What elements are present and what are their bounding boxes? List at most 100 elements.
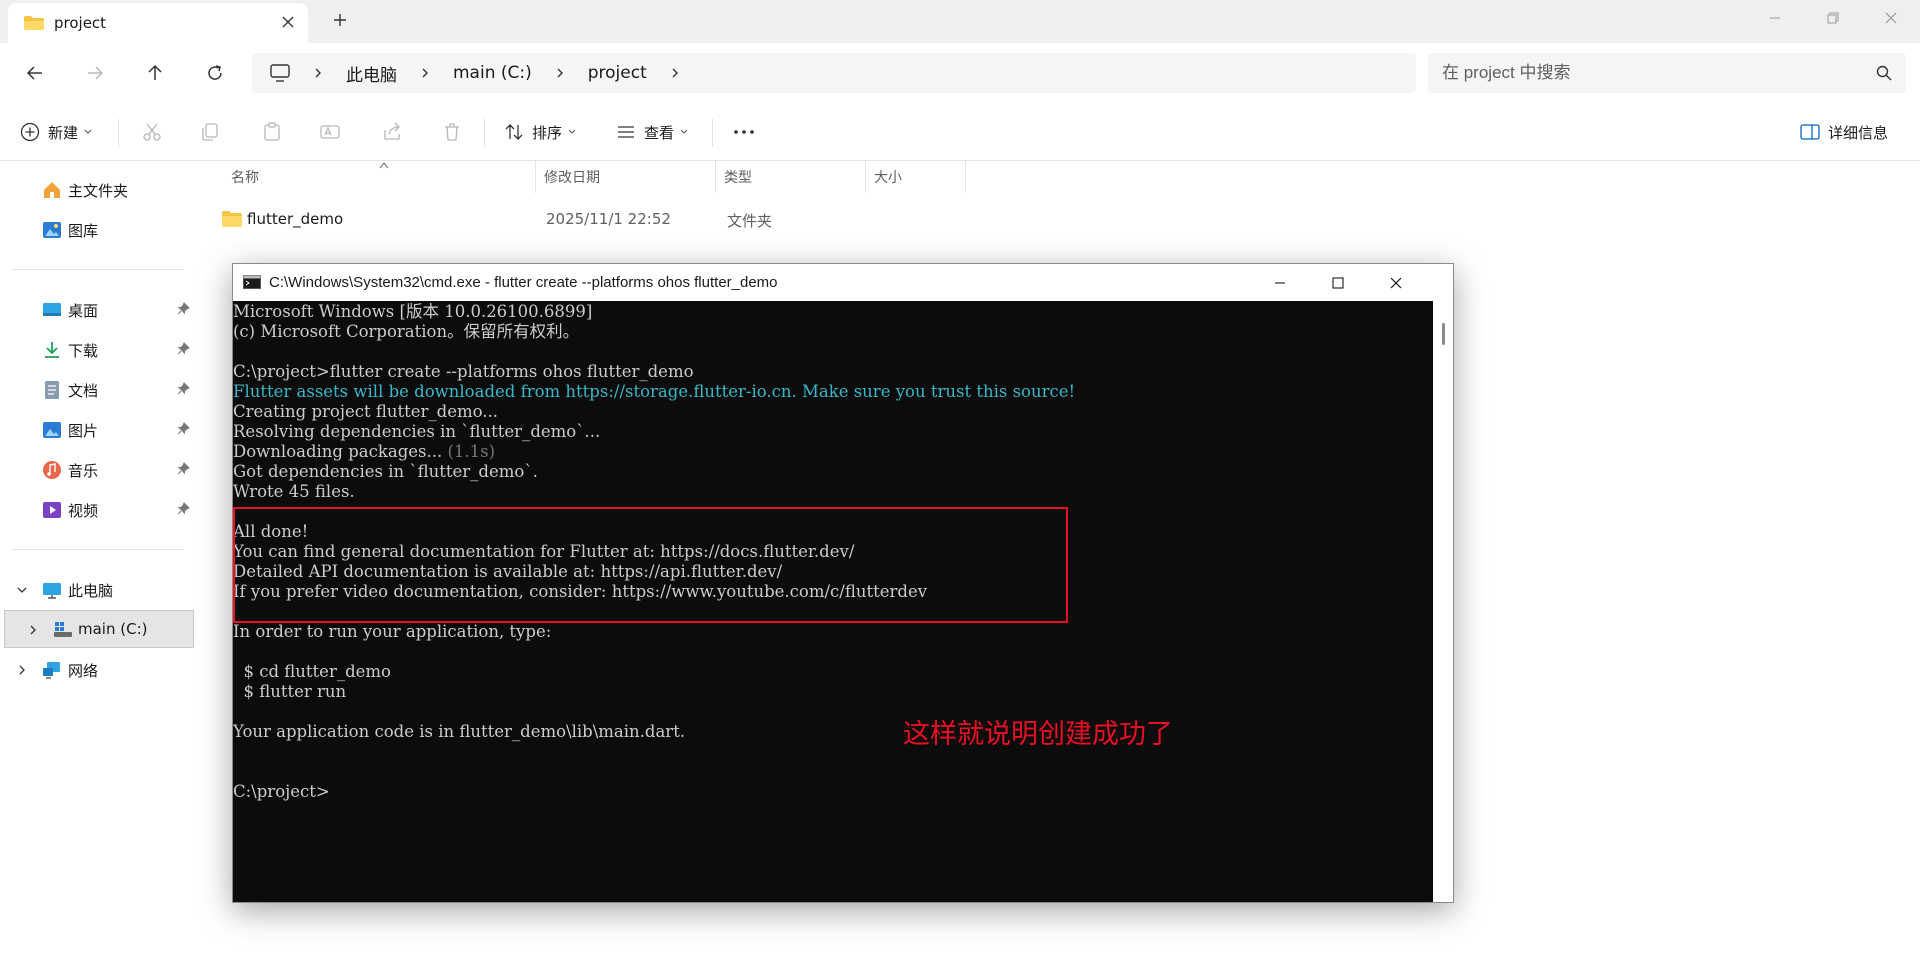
- nav-item-downloads[interactable]: 下载: [0, 331, 196, 367]
- chevron-right-icon[interactable]: [27, 624, 39, 636]
- chevron-right-icon[interactable]: [312, 67, 324, 79]
- view-button[interactable]: 查看: [616, 117, 688, 147]
- refresh-button[interactable]: [200, 58, 230, 88]
- tab-title: project: [54, 14, 107, 32]
- up-button[interactable]: [140, 58, 170, 88]
- chevron-right-icon[interactable]: [554, 67, 566, 79]
- table-row[interactable]: flutter_demo 2025/11/1 22:52 文件夹: [216, 205, 1216, 237]
- cmd-maximize-button[interactable]: [1309, 264, 1367, 301]
- pin-icon[interactable]: [177, 462, 190, 475]
- back-button[interactable]: [20, 58, 50, 88]
- console-scrollbar[interactable]: [1433, 301, 1453, 902]
- cmd-title-bar[interactable]: C:\Windows\System32\cmd.exe - flutter cr…: [233, 264, 1453, 301]
- close-tab-icon[interactable]: [278, 12, 298, 32]
- details-pane-button[interactable]: 详细信息: [1800, 117, 1888, 147]
- console-line-text: Downloading packages...: [233, 442, 443, 461]
- cut-button[interactable]: [142, 117, 162, 147]
- nav-item-pictures[interactable]: 图片: [0, 411, 196, 447]
- sort-label: 排序: [532, 123, 563, 142]
- chevron-right-icon[interactable]: [419, 67, 431, 79]
- address-row: 此电脑 main (C:) project: [0, 43, 1920, 103]
- restore-button[interactable]: [1804, 0, 1862, 36]
- toolbar-divider: [484, 119, 485, 147]
- trash-icon: [445, 123, 459, 141]
- nav-label: main (C:): [78, 620, 148, 638]
- pin-icon[interactable]: [177, 502, 190, 515]
- console-line: Your application code is in flutter_demo…: [233, 722, 1433, 742]
- paste-button[interactable]: [262, 117, 282, 147]
- nav-item-this-pc[interactable]: 此电脑: [0, 571, 196, 607]
- nav-item-drive-c[interactable]: main (C:): [4, 610, 194, 648]
- scrollbar-thumb[interactable]: [1442, 323, 1445, 345]
- console-line-timing: (1.1s): [442, 442, 496, 461]
- arrow-right-icon: [88, 66, 104, 80]
- sort-button[interactable]: 排序: [504, 117, 576, 147]
- nav-item-desktop[interactable]: 桌面: [0, 291, 196, 327]
- console-line: $ flutter run: [233, 682, 1433, 702]
- minimize-button[interactable]: [1746, 0, 1804, 36]
- chevron-down-icon: [84, 129, 92, 134]
- delete-button[interactable]: [442, 117, 462, 147]
- cmd-close-button[interactable]: [1367, 264, 1425, 301]
- nav-item-documents[interactable]: 文档: [0, 371, 196, 407]
- maximize-icon: [1332, 276, 1344, 289]
- breadcrumb-project[interactable]: project: [588, 63, 647, 83]
- pin-icon[interactable]: [177, 342, 190, 355]
- column-header-date[interactable]: 修改日期: [536, 161, 716, 193]
- copy-button[interactable]: [200, 117, 220, 147]
- rename-button[interactable]: [320, 117, 340, 147]
- nav-item-videos[interactable]: 视频: [0, 491, 196, 527]
- column-label: 类型: [724, 170, 752, 186]
- column-header-type[interactable]: 类型: [716, 161, 866, 193]
- breadcrumb-drive-c[interactable]: main (C:): [453, 63, 532, 83]
- title-bar: project: [0, 0, 1920, 43]
- console-line: Flutter assets will be downloaded from h…: [233, 382, 1433, 402]
- tab-project[interactable]: project: [8, 3, 308, 43]
- new-label: 新建: [48, 123, 79, 142]
- nav-item-music[interactable]: 音乐: [0, 451, 196, 487]
- chevron-down-icon[interactable]: [16, 584, 28, 596]
- cmd-minimize-button[interactable]: [1251, 264, 1309, 301]
- more-options-button[interactable]: [732, 117, 756, 147]
- nav-label: 文档: [68, 382, 99, 400]
- column-header-size[interactable]: 大小: [866, 161, 966, 193]
- nav-item-network[interactable]: 网络: [0, 651, 196, 687]
- refresh-icon: [208, 65, 222, 80]
- console-line-text: C:\project>flutter create --platforms oh…: [233, 362, 694, 381]
- cmd-title: C:\Windows\System32\cmd.exe - flutter cr…: [269, 274, 778, 291]
- minimize-icon: [1275, 281, 1285, 284]
- home-icon: [44, 182, 60, 198]
- nav-item-home[interactable]: 主文件夹: [0, 171, 196, 207]
- console-line-text: C:\project>: [233, 782, 330, 801]
- close-window-button[interactable]: [1862, 0, 1920, 36]
- toolbar-divider: [118, 119, 119, 147]
- search-icon[interactable]: [1876, 65, 1892, 81]
- highlight-box: [233, 507, 1068, 623]
- search-input[interactable]: [1442, 61, 1842, 85]
- pin-icon[interactable]: [177, 422, 190, 435]
- music-icon: [43, 461, 61, 479]
- chevron-right-icon[interactable]: [669, 67, 681, 79]
- console-line-text: Creating project flutter_demo...: [233, 402, 498, 421]
- file-name[interactable]: flutter_demo: [247, 210, 343, 228]
- sort-ascending-icon: [379, 162, 389, 169]
- breadcrumb-this-pc[interactable]: 此电脑: [346, 61, 397, 86]
- cmd-window[interactable]: C:\Windows\System32\cmd.exe - flutter cr…: [232, 263, 1454, 903]
- pin-icon[interactable]: [177, 382, 190, 395]
- pin-icon[interactable]: [177, 302, 190, 315]
- nav-label: 此电脑: [68, 582, 114, 600]
- details-label: 详细信息: [1828, 123, 1889, 142]
- column-label: 修改日期: [544, 170, 600, 186]
- new-tab-icon[interactable]: [330, 10, 350, 30]
- new-button[interactable]: 新建: [20, 117, 92, 147]
- success-annotation: 这样就说明创建成功了: [903, 719, 1173, 749]
- nav-item-gallery[interactable]: 图库: [0, 211, 196, 247]
- nav-divider: [12, 269, 184, 270]
- rename-icon: [320, 125, 340, 139]
- address-bar[interactable]: 此电脑 main (C:) project: [252, 53, 1416, 93]
- share-button[interactable]: [382, 117, 402, 147]
- forward-button[interactable]: [80, 58, 110, 88]
- chevron-right-icon[interactable]: [16, 664, 28, 676]
